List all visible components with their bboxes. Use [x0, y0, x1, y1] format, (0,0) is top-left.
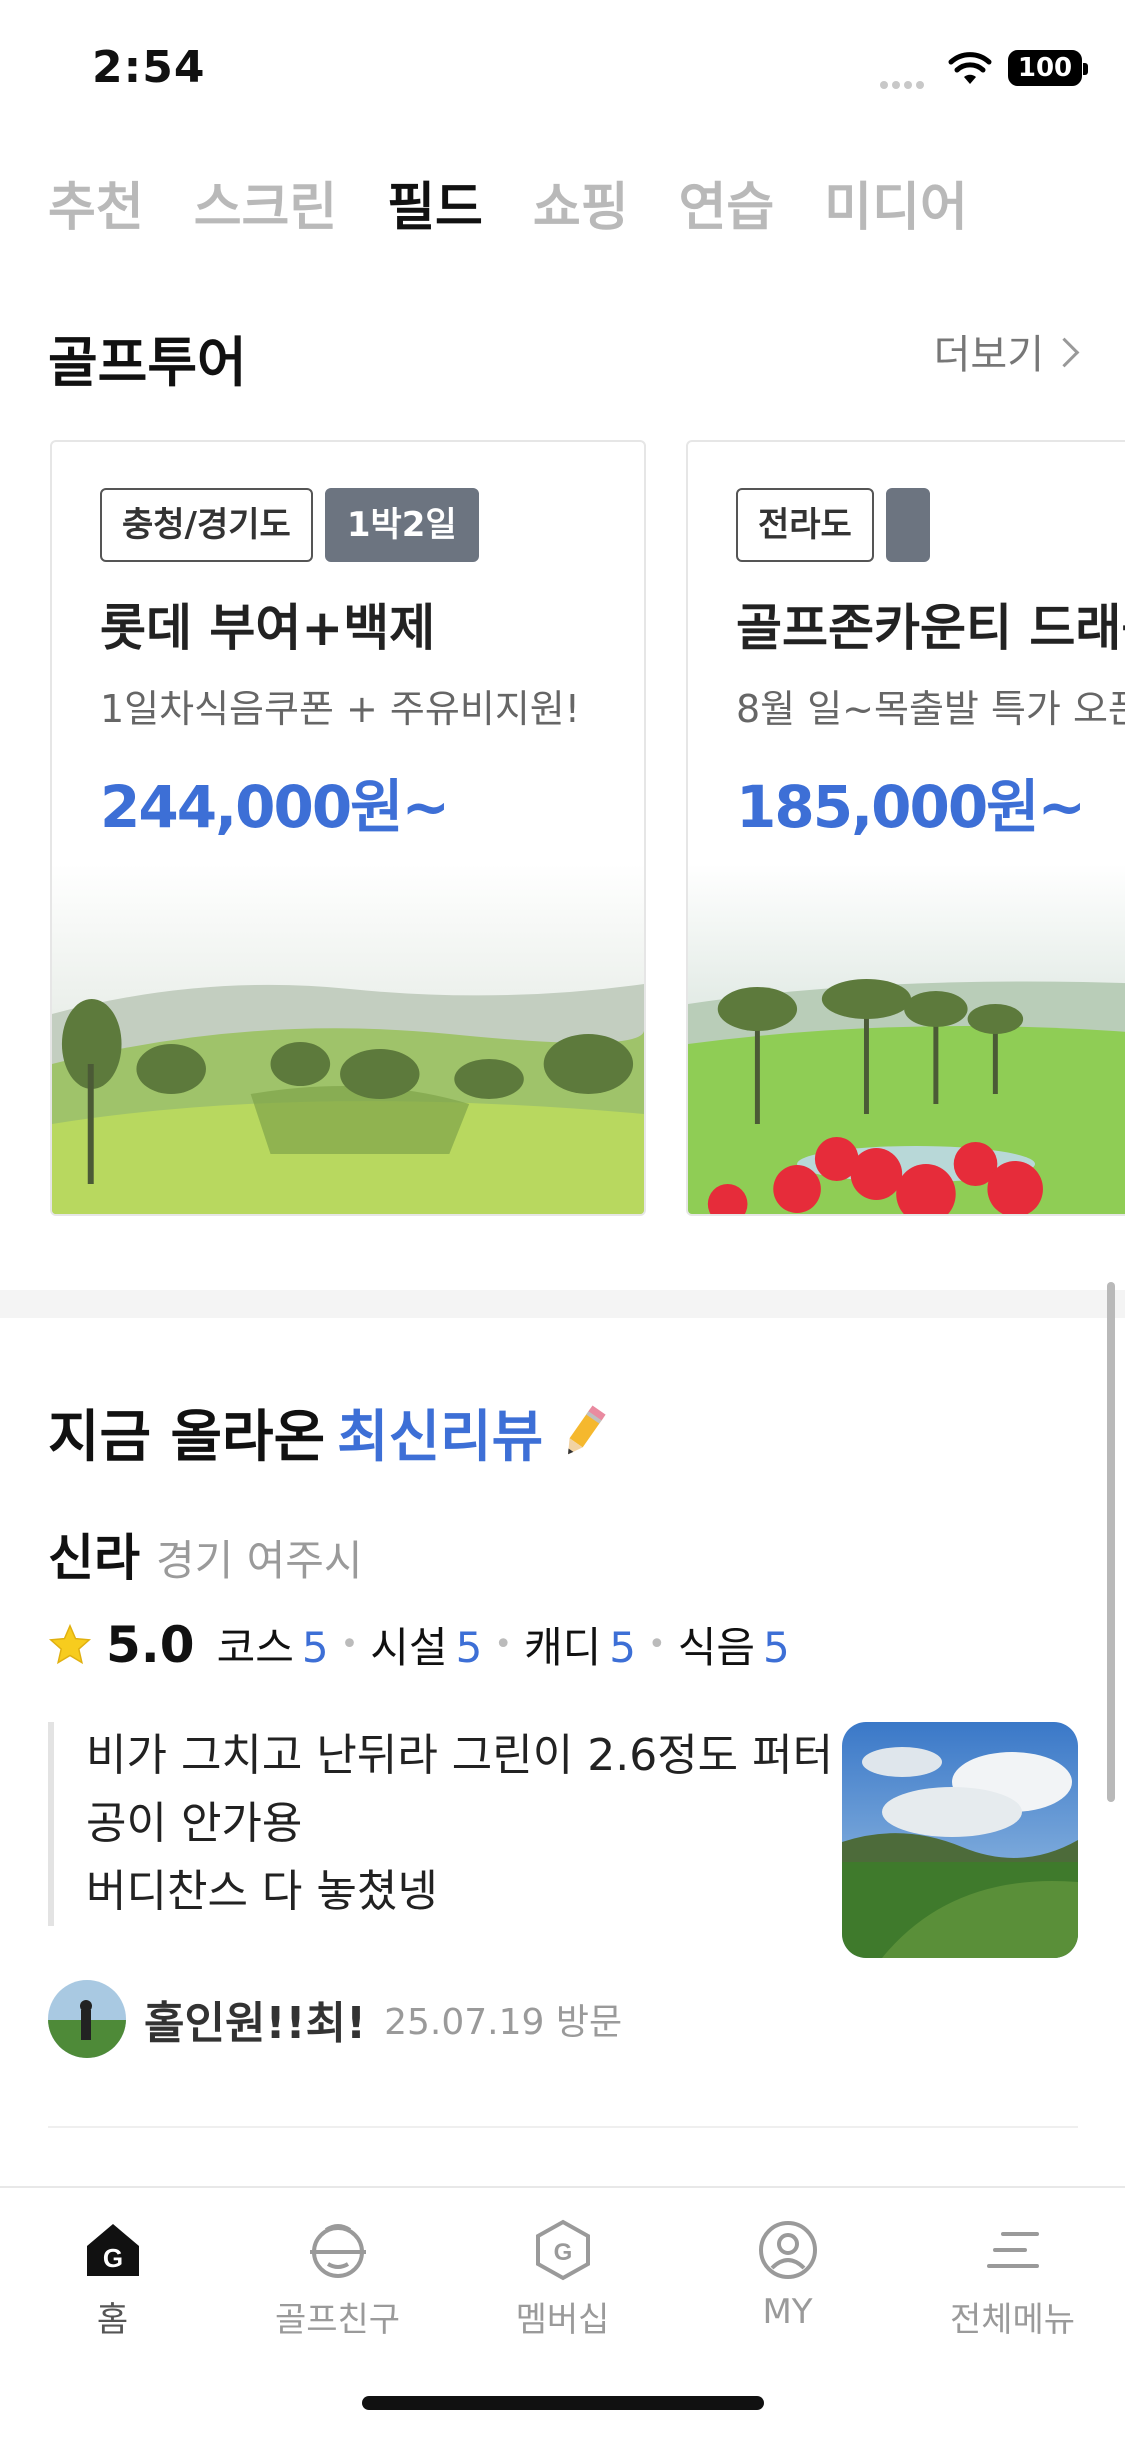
status-time: 2:54 [92, 42, 206, 93]
cellular-signal-icon [880, 74, 928, 93]
reviews-title-prefix: 지금 올라온 [48, 1405, 326, 1470]
tour-price: 185,000원~ [736, 773, 1086, 841]
status-bar: 2:54 100 [0, 0, 1125, 140]
reviews-title-highlight: 최신리뷰 [337, 1405, 544, 1470]
menu-icon [986, 2232, 1039, 2268]
rating-value: 5 [455, 1623, 483, 1672]
nav-all-menu[interactable]: 전체메뉴 [913, 2218, 1113, 2341]
tab-practice[interactable]: 연습 [679, 165, 775, 240]
dot-separator: • [648, 1627, 666, 1662]
avatar [48, 1980, 126, 2058]
divider [48, 2126, 1078, 2128]
nav-golf-friend[interactable]: 골프친구 [238, 2218, 438, 2341]
dot-separator: • [494, 1627, 513, 1662]
nav-label: 멤버십 [515, 2300, 610, 2340]
rating-label: 시설 [370, 1623, 448, 1672]
golf-course-image [52, 864, 644, 1214]
svg-text:G: G [553, 2239, 572, 2266]
nav-my[interactable]: MY [688, 2218, 888, 2341]
tab-media[interactable]: 미디어 [824, 165, 968, 240]
review-text-line: 공이 안가용 [86, 1798, 303, 1849]
chevron-right-icon [1049, 337, 1080, 367]
golf-friend-icon [309, 2224, 366, 2278]
home-g-icon: G [86, 2224, 139, 2276]
battery-icon: 100 [1008, 50, 1088, 86]
nav-label: 홈 [96, 2300, 129, 2340]
pencil-icon [568, 1404, 606, 1454]
tour-description: 8월 일~목출발 특가 오픈! [736, 687, 1125, 731]
latest-reviews-title: 지금 올라온 최신리뷰 [48, 1392, 611, 1473]
tab-screen[interactable]: 스크린 [194, 165, 338, 240]
rating-facility: 시설 5 [370, 1614, 482, 1675]
tab-field[interactable]: 필드 [387, 165, 483, 240]
tour-description: 1일차식음쿠폰 + 주유비지원! [100, 687, 580, 731]
review-photo[interactable] [842, 1722, 1078, 1958]
rating-course: 코스 5 [217, 1614, 329, 1675]
tour-name: 골프존카운티 드래곤 [736, 599, 1125, 657]
tab-recommend[interactable]: 추천 [48, 165, 144, 240]
visit-date: 25.07.19 방문 [384, 2002, 623, 2043]
star-icon [48, 1623, 92, 1664]
home-indicator [362, 2396, 764, 2410]
tab-shopping[interactable]: 쇼핑 [533, 165, 629, 240]
tour-card[interactable]: 충청/경기도 1박2일 롯데 부여+백제 1일차식음쿠폰 + 주유비지원! 24… [50, 440, 646, 1216]
author-name: 홀인원!!최! [144, 1998, 367, 2049]
rating-value: 5 [763, 1623, 790, 1672]
review-score: 5.0 [106, 1615, 195, 1674]
membership-icon: G [535, 2219, 590, 2281]
place-name: 신라 [48, 1529, 140, 1587]
profile-icon [758, 2221, 817, 2279]
section-divider [0, 1290, 1125, 1318]
rating-label: 식음 [677, 1623, 756, 1672]
rating-value: 5 [609, 1623, 637, 1672]
nav-home[interactable]: G 홈 [13, 2218, 213, 2341]
rating-label: 캐디 [524, 1623, 602, 1672]
nav-label: MY [762, 2292, 813, 2332]
tour-price: 244,000원~ [100, 773, 450, 841]
review-text-line: 버디찬스 다 놓쳤넹 [86, 1866, 438, 1917]
review-author[interactable]: 홀인원!!최! 25.07.19 방문 [48, 1980, 622, 2058]
rating-value: 5 [301, 1623, 329, 1672]
region-tag: 전라도 [736, 488, 874, 562]
tour-card[interactable]: 전라도 골프존카운티 드래곤 8월 일~목출발 특가 오픈! 185,000원~ [686, 440, 1125, 1216]
review-text[interactable]: 비가 그치고 난뒤라 그린이 2.6정도 퍼터 공이 안가용 버디찬스 다 놓쳤… [48, 1722, 834, 1926]
nav-membership[interactable]: G 멤버십 [463, 2218, 663, 2341]
review-place[interactable]: 신라 경기 여주시 [48, 1518, 363, 1590]
rating-food: 식음 5 [678, 1614, 790, 1675]
place-location: 경기 여주시 [156, 1536, 363, 1585]
golf-course-image [688, 864, 1125, 1214]
golf-tour-title: 골프투어 [48, 331, 247, 394]
tour-name: 롯데 부여+백제 [100, 599, 436, 657]
duration-tag [885, 488, 930, 562]
scrollbar[interactable] [1107, 1282, 1115, 1802]
region-tag: 충청/경기도 [100, 488, 313, 562]
svg-text:G: G [102, 2243, 122, 2273]
duration-tag: 1박2일 [324, 488, 479, 562]
rating-caddie: 캐디 5 [524, 1614, 636, 1675]
nav-label: 골프친구 [274, 2300, 401, 2340]
see-more-link[interactable]: 더보기 [933, 322, 1080, 380]
rating-label: 코스 [216, 1623, 294, 1672]
review-text-line: 비가 그치고 난뒤라 그린이 2.6정도 퍼터 [86, 1730, 834, 1781]
dot-separator: • [340, 1627, 359, 1662]
wifi-icon [948, 52, 992, 84]
review-ratings: 5.0 코스 5 • 시설 5 • 캐디 5 • 식음 5 [48, 1614, 790, 1675]
see-more-label: 더보기 [933, 332, 1044, 378]
category-tabs: 추천 스크린 필드 쇼핑 연습 미디어 [48, 165, 968, 240]
nav-label: 전체메뉴 [949, 2300, 1076, 2340]
